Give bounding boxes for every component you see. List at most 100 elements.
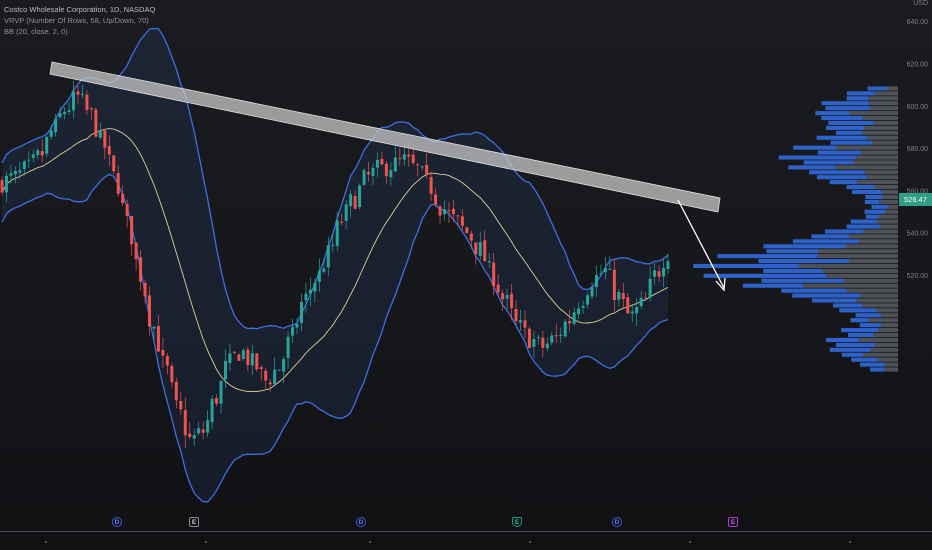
- profile-row-up: [792, 293, 861, 298]
- profile-row-down: [849, 234, 898, 239]
- candle-body: [617, 291, 621, 300]
- candle-body: [469, 233, 473, 241]
- profile-row-up: [792, 239, 860, 244]
- profile-row-up: [816, 135, 868, 140]
- candle-body: [393, 157, 397, 172]
- profile-row-up: [803, 160, 854, 165]
- candle-body: [398, 157, 402, 159]
- candle-body: [550, 335, 554, 343]
- candle-body: [291, 327, 295, 336]
- earnings-event-icon[interactable]: E: [728, 517, 738, 527]
- price-chart[interactable]: USD640.00620.00600.00580.00560.00540.005…: [0, 0, 932, 550]
- candle-body: [429, 176, 433, 194]
- candle-body: [80, 94, 84, 96]
- profile-row-up: [763, 244, 846, 249]
- candle-body: [67, 110, 71, 112]
- profile-row-down: [873, 120, 898, 126]
- candle-body: [586, 295, 590, 305]
- profile-row-up: [870, 367, 885, 372]
- candle-body: [85, 94, 89, 110]
- candle-body: [322, 268, 326, 272]
- profile-row-up: [841, 352, 864, 357]
- profile-row-down: [872, 140, 898, 145]
- candle-body: [653, 270, 657, 277]
- candle-body: [130, 215, 134, 245]
- profile-row-up: [763, 268, 823, 273]
- candle-body: [89, 108, 93, 110]
- profile-row-up: [841, 328, 878, 333]
- candle-body: [63, 112, 67, 115]
- candle-body: [49, 130, 53, 137]
- candle-body: [27, 159, 31, 161]
- bb-indicator-label[interactable]: BB (20, close, 2, 0): [4, 26, 155, 37]
- candle-body: [268, 382, 272, 385]
- candle-body: [228, 353, 232, 364]
- candle-body: [630, 311, 634, 314]
- price-axis-tick: USD: [913, 0, 928, 7]
- profile-row-down: [876, 308, 898, 313]
- profile-row-up: [828, 120, 874, 126]
- dividend-event-icon[interactable]: D: [612, 517, 622, 527]
- candle-body: [456, 215, 460, 217]
- profile-row-down: [864, 125, 898, 130]
- profile-row-up: [833, 303, 863, 308]
- profile-row-down: [856, 298, 898, 303]
- candle-body: [259, 367, 263, 370]
- candle-body: [98, 130, 102, 138]
- profile-row-up: [871, 204, 889, 209]
- candle-body: [340, 221, 344, 223]
- profile-row-down: [866, 175, 898, 180]
- profile-row-down: [887, 86, 898, 91]
- candle-body: [536, 337, 540, 339]
- candle-body: [594, 275, 598, 288]
- profile-row-up: [826, 125, 865, 130]
- candle-body: [384, 163, 388, 177]
- current-price-label: 526.47: [899, 193, 932, 206]
- candle-body: [572, 312, 576, 324]
- profile-row-down: [835, 165, 898, 170]
- candle-body: [40, 151, 44, 156]
- earnings-event-icon[interactable]: E: [189, 517, 199, 527]
- candle-body: [626, 297, 630, 314]
- vrvp-indicator-label[interactable]: VRVP (Number Of Rows, 58, Up/Down, 70): [4, 15, 155, 26]
- profile-row-down: [853, 160, 898, 165]
- profile-row-up: [693, 263, 799, 269]
- candle-body: [492, 262, 496, 287]
- profile-row-up: [865, 194, 883, 200]
- profile-row-down: [862, 229, 898, 234]
- candle-body: [286, 336, 290, 358]
- projection-arrow[interactable]: [677, 199, 726, 292]
- candle-body: [179, 401, 183, 410]
- profile-row-down: [836, 145, 898, 150]
- candle-body: [107, 146, 111, 155]
- profile-row-down: [849, 111, 898, 116]
- profile-row-down: [867, 135, 898, 140]
- profile-row-up: [848, 332, 874, 338]
- profile-row-down: [864, 170, 898, 175]
- earnings-event-icon[interactable]: E: [512, 517, 522, 527]
- symbol-title[interactable]: Costco Wholesale Corporation, 1D, NASDAQ: [4, 4, 155, 15]
- profile-row-down: [878, 214, 898, 219]
- candle-body: [447, 209, 451, 211]
- profile-row-up: [811, 234, 850, 239]
- profile-row-down: [881, 323, 898, 328]
- candle-body: [31, 154, 35, 158]
- profile-row-up: [824, 229, 863, 234]
- dividend-event-icon[interactable]: D: [356, 517, 366, 527]
- candle-body: [465, 227, 469, 233]
- candle-body: [648, 278, 652, 298]
- candle-body: [514, 309, 518, 322]
- candle-body: [54, 118, 58, 133]
- price-axis-tick: 580.00: [907, 146, 929, 153]
- profile-row-up: [867, 86, 888, 91]
- profile-row-up: [825, 106, 871, 111]
- dividend-event-icon[interactable]: D: [112, 517, 122, 527]
- candle-body: [246, 349, 250, 366]
- profile-row-down: [844, 278, 898, 283]
- profile-row-down: [856, 155, 898, 160]
- candle-body: [554, 335, 558, 337]
- candle-body: [58, 113, 62, 117]
- candle-body: [9, 173, 13, 176]
- price-axis-tick: 540.00: [907, 231, 929, 238]
- candle-body: [590, 287, 594, 297]
